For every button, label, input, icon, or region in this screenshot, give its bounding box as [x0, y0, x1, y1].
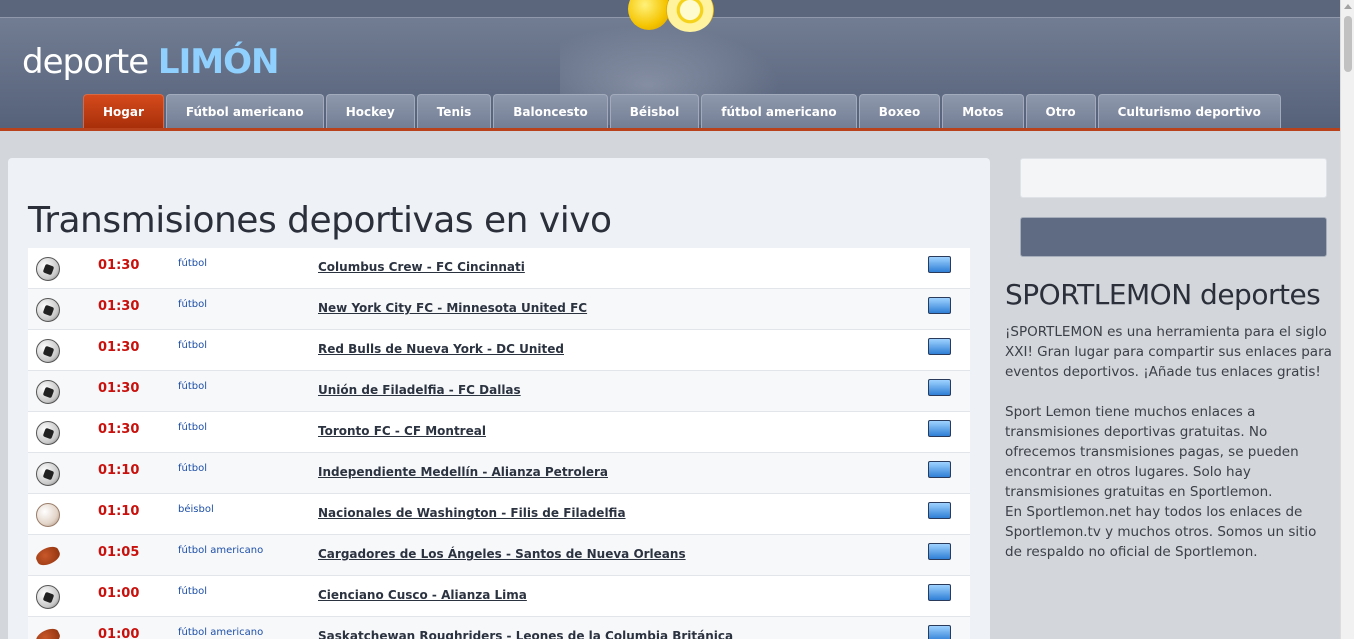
event-time: 01:30: [98, 299, 140, 314]
nav-tab[interactable]: Tenis: [416, 94, 492, 128]
event-time: 01:10: [98, 504, 140, 519]
table-row: 01:30 fútbol Columbus Crew - FC Cincinnati: [28, 248, 970, 289]
main-content: Transmisiones deportivas en vivo 01:30 fú…: [8, 158, 990, 639]
scrollbar-thumb[interactable]: [1344, 16, 1352, 72]
page-scrollbar[interactable]: [1340, 0, 1354, 639]
page-title: Transmisiones deportivas en vivo: [28, 200, 612, 241]
nav-tab[interactable]: fútbol americano: [701, 94, 857, 128]
nav-tab[interactable]: Hogar: [83, 94, 164, 128]
event-sport-link[interactable]: fútbol: [178, 463, 207, 474]
nav-tab[interactable]: Baloncesto: [493, 94, 608, 128]
tv-stream-icon[interactable]: [928, 338, 951, 355]
event-match-link[interactable]: Independiente Medellín - Alianza Petrole…: [318, 465, 608, 479]
lemon-icon: [628, 0, 670, 30]
event-match-link[interactable]: Saskatchewan Roughriders - Leones de la …: [318, 629, 733, 639]
event-match-link[interactable]: Columbus Crew - FC Cincinnati: [318, 260, 525, 274]
event-sport-link[interactable]: fútbol: [178, 299, 207, 310]
event-sport-link[interactable]: fútbol: [178, 258, 207, 269]
lemon-logo-icon: [628, 0, 718, 36]
event-sport-link[interactable]: fútbol: [178, 340, 207, 351]
sidebar-paragraph: En Sportlemon.net hay todos los enlaces …: [1005, 504, 1317, 560]
events-table: 01:30 fútbol Columbus Crew - FC Cincinnati…: [28, 248, 970, 639]
nav-tab[interactable]: Culturismo deportivo: [1097, 94, 1281, 128]
event-time: 01:00: [98, 586, 140, 601]
tv-stream-icon[interactable]: [928, 543, 951, 560]
event-sport-link[interactable]: fútbol: [178, 422, 207, 433]
table-row: 01:30 fútbol New York City FC - Minnesota …: [28, 289, 970, 330]
logo-accent-text: LIMÓN: [157, 42, 280, 82]
event-match-link[interactable]: Red Bulls de Nueva York - DC United: [318, 342, 564, 356]
soccer-ball-icon: [36, 380, 60, 404]
sidebar: SPORTLEMON deportes ¡SPORTLEMON es una h…: [1000, 158, 1340, 639]
sidebar-paragraph: Sport Lemon tiene muchos enlaces a trans…: [1005, 404, 1299, 500]
table-row: 01:00 fútbol Cienciano Cusco - Alianza Lim…: [28, 576, 970, 617]
table-row: 01:10 béisbol Nacionales de Washington - F…: [28, 494, 970, 535]
tv-stream-icon[interactable]: [928, 297, 951, 314]
table-row: 01:30 fútbol Red Bulls de Nueva York - DC …: [28, 330, 970, 371]
event-match-link[interactable]: Nacionales de Washington - Filis de Fila…: [318, 506, 626, 520]
football-icon: [33, 625, 63, 639]
site-logo[interactable]: deporte LIMÓN: [22, 42, 280, 82]
main-nav: Hogar Fútbol americano Hockey Tenis Balonces…: [83, 94, 1281, 128]
event-time: 01:30: [98, 422, 140, 437]
table-row: 01:30 fútbol Unión de Filadelfia - FC Dall…: [28, 371, 970, 412]
event-match-link[interactable]: Cienciano Cusco - Alianza Lima: [318, 588, 527, 602]
event-sport-link[interactable]: béisbol: [178, 504, 214, 515]
table-row: 01:00 fútbol americano Saskatchewan Roughr…: [28, 617, 970, 639]
event-time: 01:30: [98, 340, 140, 355]
soccer-ball-icon: [36, 298, 60, 322]
tv-stream-icon[interactable]: [928, 461, 951, 478]
event-match-link[interactable]: New York City FC - Minnesota United FC: [318, 301, 587, 315]
event-sport-link[interactable]: fútbol americano: [178, 545, 263, 556]
sidebar-banner[interactable]: [1020, 217, 1327, 257]
event-sport-link[interactable]: fútbol: [178, 381, 207, 392]
table-row: 01:30 fútbol Toronto FC - CF Montreal: [28, 412, 970, 453]
table-row: 01:05 fútbol americano Cargadores de Los Á…: [28, 535, 970, 576]
tv-stream-icon[interactable]: [928, 584, 951, 601]
tv-stream-icon[interactable]: [928, 256, 951, 273]
soccer-ball-icon: [36, 257, 60, 281]
event-time: 01:30: [98, 381, 140, 396]
football-icon: [33, 543, 63, 569]
nav-tab[interactable]: Otro: [1025, 94, 1096, 128]
event-time: 01:05: [98, 545, 140, 560]
table-row: 01:10 fútbol Independiente Medellín - Alia…: [28, 453, 970, 494]
tv-stream-icon[interactable]: [928, 502, 951, 519]
event-match-link[interactable]: Cargadores de Los Ángeles - Santos de Nu…: [318, 547, 686, 561]
event-sport-link[interactable]: fútbol: [178, 586, 207, 597]
soccer-ball-icon: [36, 339, 60, 363]
tv-stream-icon[interactable]: [928, 625, 951, 639]
event-sport-link[interactable]: fútbol americano: [178, 627, 263, 638]
event-time: 01:00: [98, 627, 140, 639]
nav-tab[interactable]: Motos: [942, 94, 1024, 128]
tv-stream-icon[interactable]: [928, 420, 951, 437]
sidebar-paragraph: ¡SPORTLEMON es una herramienta para el s…: [1005, 324, 1332, 380]
site-header: deporte LIMÓN Hogar Fútbol americano Hocke…: [0, 0, 1340, 131]
nav-tab[interactable]: Béisbol: [609, 94, 700, 128]
nav-tab[interactable]: Hockey: [325, 94, 415, 128]
soccer-ball-icon: [36, 462, 60, 486]
scroll-up-arrow-icon[interactable]: [1344, 4, 1352, 9]
baseball-icon: [36, 503, 60, 527]
event-time: 01:10: [98, 463, 140, 478]
tv-stream-icon[interactable]: [928, 379, 951, 396]
sidebar-title: SPORTLEMON deportes: [1005, 278, 1321, 311]
nav-tab[interactable]: Boxeo: [858, 94, 941, 128]
event-match-link[interactable]: Toronto FC - CF Montreal: [318, 424, 486, 438]
soccer-ball-icon: [36, 585, 60, 609]
soccer-ball-icon: [36, 421, 60, 445]
event-match-link[interactable]: Unión de Filadelfia - FC Dallas: [318, 383, 521, 397]
logo-text: deporte: [22, 42, 158, 82]
lemon-slice-icon: [666, 0, 714, 32]
nav-tab[interactable]: Fútbol americano: [165, 94, 324, 128]
sidebar-search-box[interactable]: [1020, 158, 1327, 198]
event-time: 01:30: [98, 258, 140, 273]
